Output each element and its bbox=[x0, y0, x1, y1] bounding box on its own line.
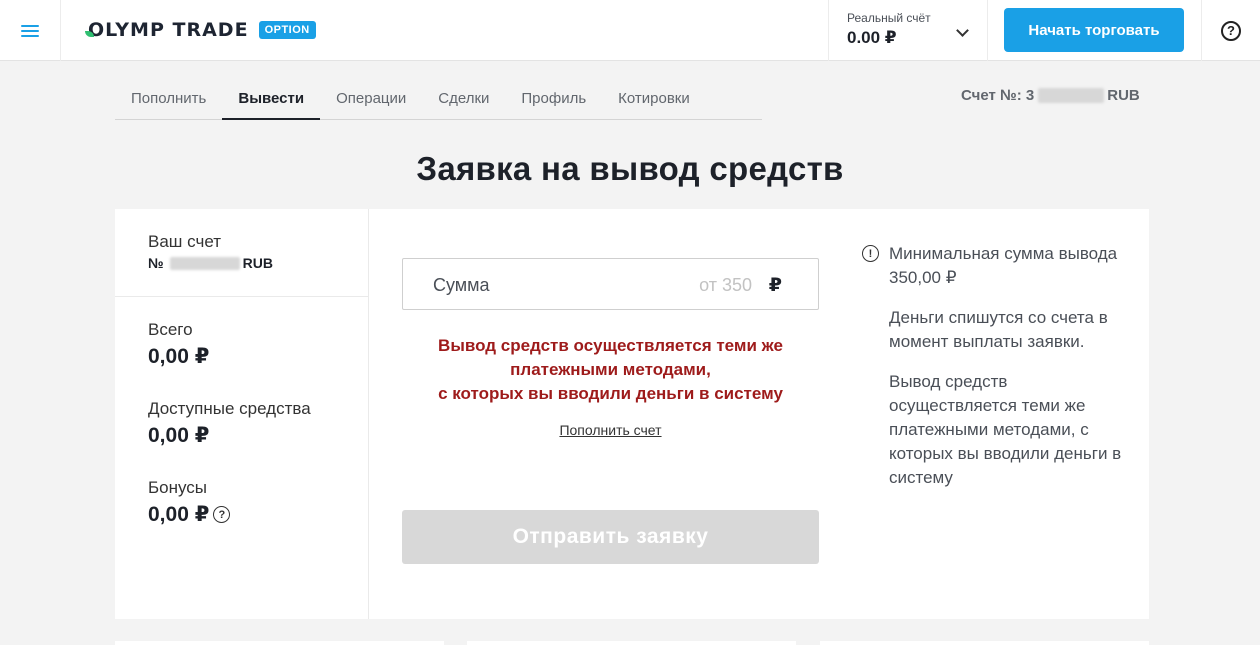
withdraw-card: Ваш счет № RUB Всего 0,00 ₽ Доступные ср… bbox=[115, 209, 1149, 619]
hamburger-icon bbox=[21, 24, 39, 37]
stat-total: Всего 0,00 ₽ bbox=[148, 320, 209, 369]
redacted-number bbox=[169, 256, 240, 270]
info-methods: Вывод средств осуществляется теми же пла… bbox=[889, 372, 1122, 487]
info-row: ! Минимальная сумма вывода 350,00 ₽ bbox=[862, 242, 1122, 290]
amount-placeholder: от 350 bbox=[699, 275, 752, 295]
brand-name: OLYMP TRADE bbox=[88, 19, 249, 41]
tab-quotes[interactable]: Котировки bbox=[602, 78, 706, 119]
start-trading-button[interactable]: Начать торговать bbox=[1004, 8, 1184, 52]
warning-line: платежными методами, bbox=[510, 360, 711, 379]
stat-available: Доступные средства 0,00 ₽ bbox=[148, 399, 311, 448]
account-number-suffix: RUB bbox=[1107, 87, 1140, 104]
chevron-down-icon bbox=[956, 24, 969, 37]
tab-withdraw[interactable]: Вывести bbox=[222, 78, 320, 120]
withdraw-warning: Вывод средств осуществляется теми же пла… bbox=[402, 334, 819, 406]
stat-bonuses: Бонусы 0,00 ₽ ? bbox=[148, 478, 231, 527]
tab-profile[interactable]: Профиль bbox=[505, 78, 602, 119]
brand-badge: OPTION bbox=[258, 21, 316, 39]
number-suffix: RUB bbox=[242, 255, 273, 271]
question-icon: ? bbox=[1221, 20, 1241, 41]
your-account-label: Ваш счет bbox=[148, 232, 221, 251]
info-icon: ! bbox=[862, 245, 879, 262]
warning-line: с которых вы вводили деньги в систему bbox=[438, 384, 783, 403]
bottom-card bbox=[467, 641, 796, 645]
account-tabs: Пополнить Вывести Операции Сделки Профил… bbox=[115, 78, 762, 120]
account-balance: 0.00 ₽ bbox=[847, 28, 897, 47]
account-type-label: Реальный счёт bbox=[847, 11, 931, 25]
divider bbox=[115, 296, 368, 297]
stat-label: Доступные средства bbox=[148, 399, 311, 418]
account-summary-panel: Ваш счет № RUB Всего 0,00 ₽ Доступные ср… bbox=[115, 209, 369, 619]
currency-symbol: ₽ bbox=[768, 275, 782, 296]
number-prefix: № bbox=[148, 255, 164, 271]
page-title: Заявка на вывод средств bbox=[416, 150, 844, 187]
warning-line: Вывод средств осуществляется теми же bbox=[438, 336, 783, 355]
info-min-amount: Минимальная сумма вывода 350,00 ₽ bbox=[889, 244, 1118, 287]
account-number: Счет №: 3 RUB bbox=[961, 87, 1140, 104]
brand-logo[interactable]: OLYMP TRADE OPTION bbox=[85, 18, 316, 42]
your-account: Ваш счет № RUB bbox=[148, 232, 273, 271]
stat-value: 0,00 ₽ bbox=[148, 503, 210, 526]
tab-deals[interactable]: Сделки bbox=[422, 78, 505, 119]
stat-value-row: 0,00 ₽ ? bbox=[148, 502, 231, 527]
your-account-number: № RUB bbox=[148, 255, 273, 271]
stat-value: 0,00 ₽ bbox=[148, 424, 210, 447]
redacted-number bbox=[1038, 88, 1105, 103]
menu-button[interactable] bbox=[0, 0, 61, 61]
bottom-card bbox=[115, 641, 444, 645]
account-switcher[interactable]: Реальный счёт 0.00 ₽ bbox=[828, 0, 988, 61]
stat-label: Всего bbox=[148, 320, 193, 339]
submit-request-button[interactable]: Отправить заявку bbox=[402, 510, 819, 564]
stat-value: 0,00 ₽ bbox=[148, 345, 210, 368]
tab-deposit[interactable]: Пополнить bbox=[115, 78, 222, 119]
amount-label: Сумма bbox=[433, 275, 490, 295]
question-icon[interactable]: ? bbox=[213, 506, 231, 523]
account-number-prefix: Счет №: 3 bbox=[961, 87, 1035, 104]
amount-input[interactable]: Сумма от 350 ₽ bbox=[402, 258, 819, 310]
bottom-card bbox=[820, 641, 1149, 645]
tab-operations[interactable]: Операции bbox=[320, 78, 422, 119]
info-payout-time: Деньги спишутся со счета в момент выплат… bbox=[889, 308, 1108, 351]
stat-label: Бонусы bbox=[148, 478, 208, 497]
top-header: OLYMP TRADE OPTION Реальный счёт 0.00 ₽ … bbox=[0, 0, 1260, 61]
info-panel: ! Минимальная сумма вывода 350,00 ₽ День… bbox=[862, 242, 1122, 490]
help-button[interactable]: ? bbox=[1201, 0, 1260, 61]
deposit-link[interactable]: Пополнить счет bbox=[402, 422, 819, 438]
